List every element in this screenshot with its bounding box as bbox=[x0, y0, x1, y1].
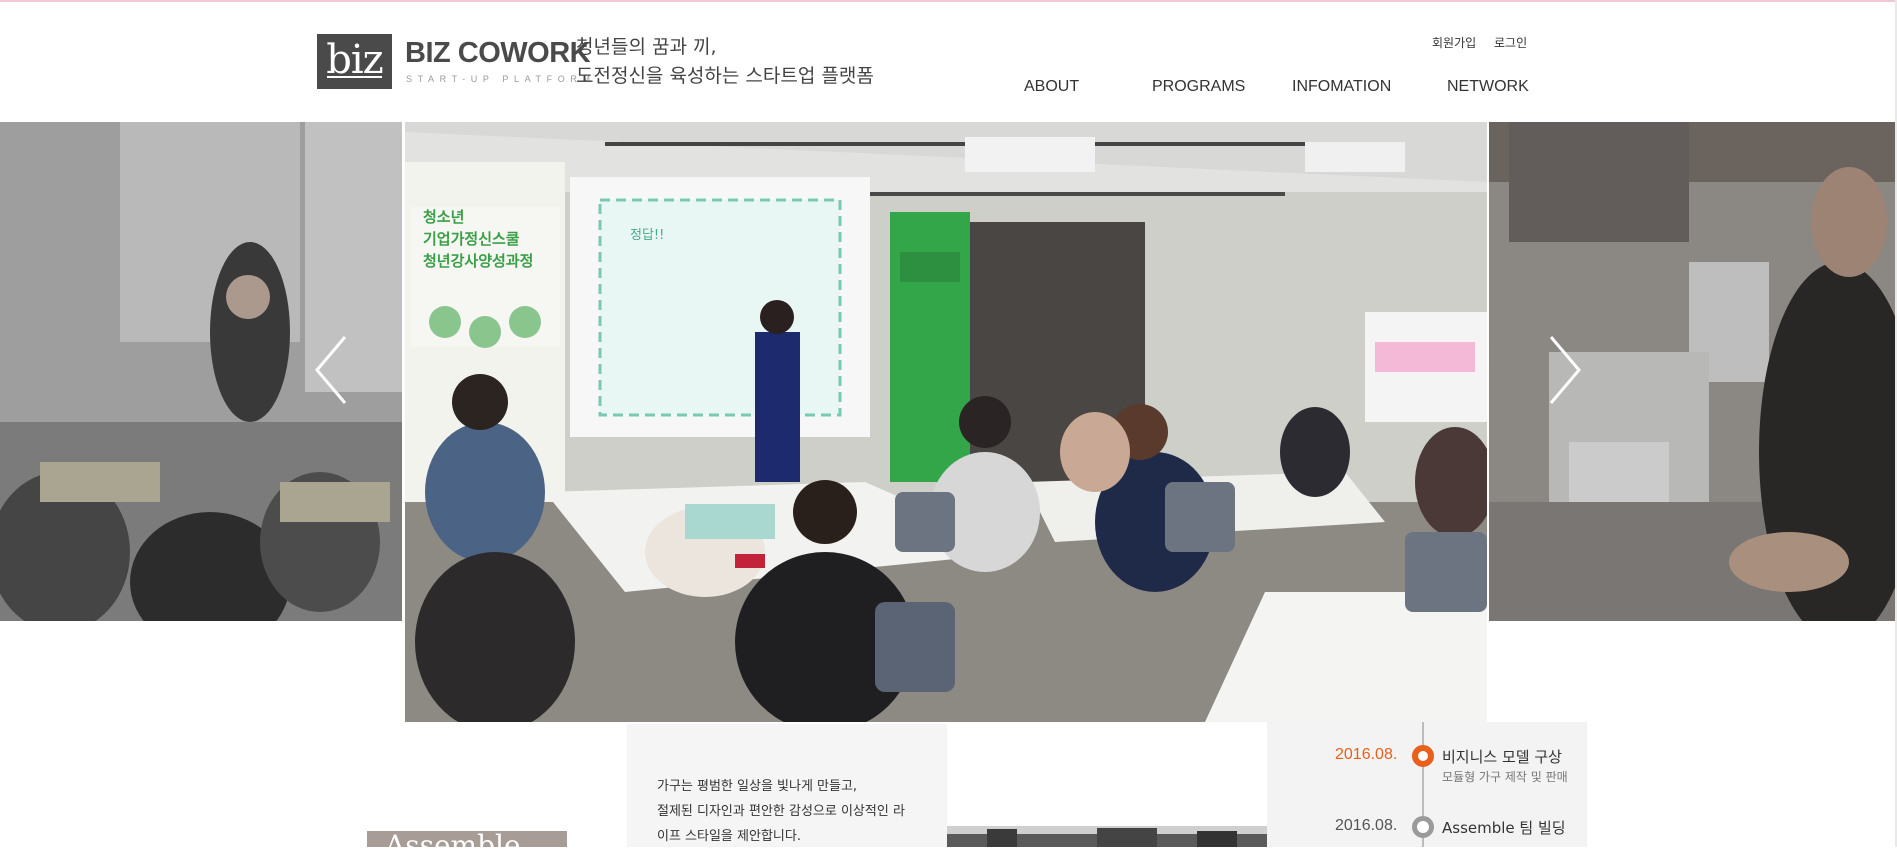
description-line-2: 절제된 디자인과 편안한 감성으로 이상적인 라 bbox=[657, 804, 905, 819]
slider-prev-button[interactable] bbox=[303, 325, 363, 415]
photo-preview bbox=[947, 826, 1267, 847]
slogan-line-1: 청년들의 꿈과 끼, bbox=[576, 36, 717, 58]
nav-about[interactable]: ABOUT bbox=[1024, 78, 1079, 96]
timeline-title-1: 비지니스 모델 구상 bbox=[1442, 748, 1562, 766]
slogan-line-2: 도전정신을 육성하는 스타트업 플랫폼 bbox=[576, 65, 874, 87]
assemble-tag[interactable]: Assemble bbox=[367, 831, 567, 847]
timeline: 2016.08. 비지니스 모델 구상 모듈형 가구 제작 및 판매 2016.… bbox=[1267, 722, 1587, 847]
timeline-date-2: 2016.08. bbox=[1335, 817, 1398, 834]
chevron-left-icon bbox=[315, 336, 347, 404]
description-box: 가구는 평범한 일상을 빛나게 만들고, 절제된 디자인과 편안한 감성으로 이… bbox=[627, 724, 947, 847]
logo[interactable]: biz bbox=[317, 34, 392, 89]
chevron-right-icon bbox=[1549, 336, 1581, 404]
description-line-1: 가구는 평범한 일상을 빛나게 만들고, bbox=[657, 779, 858, 794]
screen-text: 정답!! bbox=[630, 228, 664, 243]
slider-next-button[interactable] bbox=[1533, 325, 1593, 415]
slogan: 청년들의 꿈과 끼, 도전정신을 육성하는 스타트업 플랫폼 bbox=[576, 33, 874, 91]
slide-current-image: 청소년 기업가정신스쿨 청년강사양성과정 정답!! bbox=[405, 122, 1487, 722]
timeline-sub-1: 모듈형 가구 제작 및 판매 bbox=[1442, 770, 1568, 784]
timeline-dot-icon bbox=[1412, 816, 1434, 838]
banner-title-3: 청년강사양성과정 bbox=[423, 252, 533, 270]
logo-underline bbox=[327, 76, 382, 78]
slide-current[interactable]: 청소년 기업가정신스쿨 청년강사양성과정 정답!! bbox=[405, 122, 1487, 722]
timeline-dot-active-icon bbox=[1412, 745, 1434, 767]
timeline-date-1: 2016.08. bbox=[1335, 746, 1398, 763]
brand-name[interactable]: BIZ COWORK bbox=[405, 36, 591, 70]
description-text: 가구는 평범한 일상을 빛나게 만들고, 절제된 디자인과 편안한 감성으로 이… bbox=[657, 774, 905, 849]
login-link[interactable]: 로그인 bbox=[1494, 36, 1527, 50]
nav-programs[interactable]: PROGRAMS bbox=[1152, 78, 1245, 96]
nav-infomation[interactable]: INFOMATION bbox=[1292, 78, 1391, 96]
signup-link[interactable]: 회원가입 bbox=[1432, 36, 1476, 50]
banner-title-1: 청소년 bbox=[423, 208, 464, 226]
top-border bbox=[0, 0, 1897, 2]
description-line-3: 이프 스타일을 제안합니다. bbox=[657, 829, 801, 844]
nav-network[interactable]: NETWORK bbox=[1447, 78, 1529, 96]
brand-subtitle: START-UP PLATFORM bbox=[406, 74, 596, 84]
timeline-title-2: Assemble 팀 빌딩 bbox=[1442, 819, 1566, 837]
banner-title-2: 기업가정신스쿨 bbox=[423, 230, 520, 248]
photo-preview-image bbox=[947, 826, 1267, 847]
